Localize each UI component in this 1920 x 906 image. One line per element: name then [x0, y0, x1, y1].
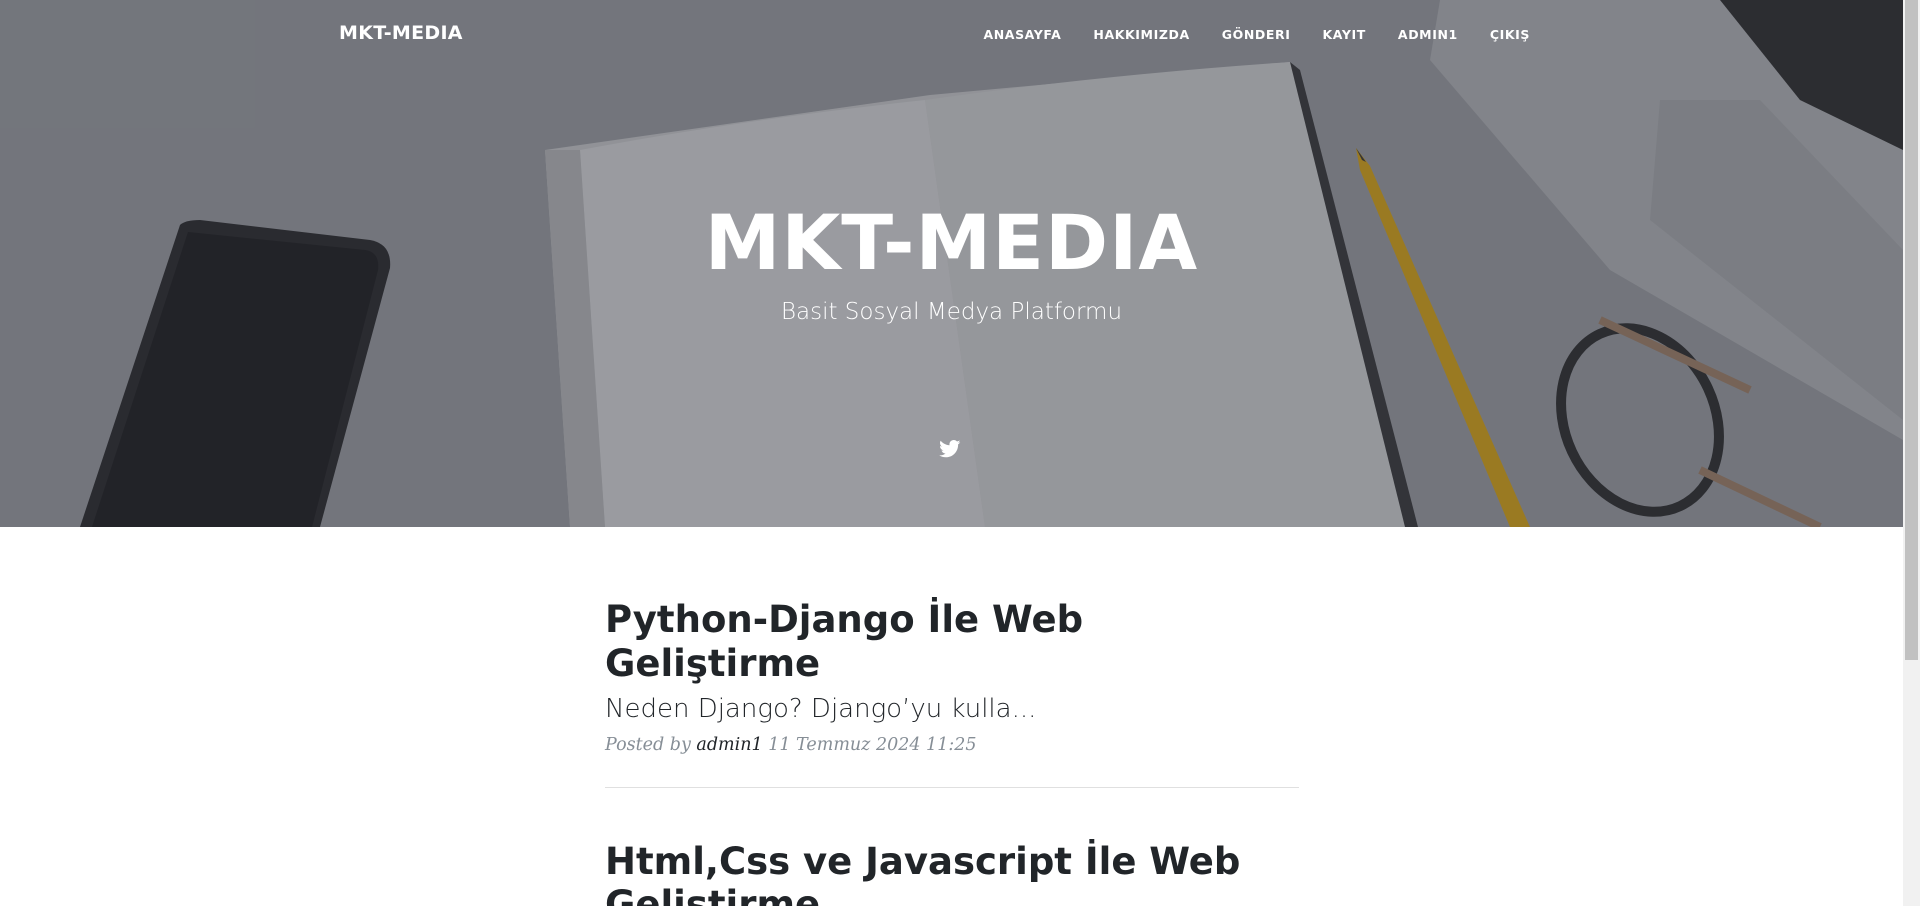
post-list: Python-Django İle Web Geliştirme Neden D…	[605, 598, 1299, 906]
post-author-link[interactable]: admin1	[696, 735, 762, 755]
post-title[interactable]: Html,Css ve Javascript İle Web Geliştirm…	[605, 840, 1299, 906]
post-meta-prefix: Posted by	[605, 735, 691, 755]
twitter-link[interactable]	[939, 440, 963, 462]
twitter-icon	[939, 440, 961, 458]
nav-item-kayit[interactable]: KAYIT	[1323, 27, 1366, 42]
brand-link[interactable]: MKT-MEDIA	[339, 22, 463, 44]
nav-item-anasayfa[interactable]: ANASAYFA	[983, 27, 1061, 42]
post-subtitle[interactable]: Neden Django? Django’yu kulla...	[605, 692, 1299, 726]
nav-item-gonderi[interactable]: GÖNDERI	[1222, 27, 1291, 42]
nav-item-admin1[interactable]: ADMIN1	[1398, 27, 1458, 42]
post-meta: Posted by admin1 11 Temmuz 2024 11:25	[605, 735, 1299, 755]
post-divider	[605, 787, 1299, 788]
main-nav: ANASAYFA HAKKIMIZDA GÖNDERI KAYIT ADMIN1…	[951, 27, 1530, 42]
post-date: 11 Temmuz 2024 11:25	[768, 735, 977, 755]
hero-title: MKT-MEDIA	[704, 198, 1199, 287]
post-title[interactable]: Python-Django İle Web Geliştirme	[605, 598, 1299, 686]
post-preview: Html,Css ve Javascript İle Web Geliştirm…	[605, 840, 1299, 906]
page: MKT-MEDIA ANASAYFA HAKKIMIZDA GÖNDERI KA…	[0, 0, 1920, 906]
post-preview: Python-Django İle Web Geliştirme Neden D…	[605, 598, 1299, 755]
hero-header: MKT-MEDIA ANASAYFA HAKKIMIZDA GÖNDERI KA…	[0, 0, 1903, 527]
scrollbar-thumb[interactable]	[1905, 0, 1918, 660]
nav-item-hakkimizda[interactable]: HAKKIMIZDA	[1093, 27, 1189, 42]
hero-subtitle: Basit Sosyal Medya Platformu	[780, 299, 1123, 325]
vertical-scrollbar[interactable]	[1903, 0, 1920, 906]
nav-item-cikis[interactable]: ÇIKIŞ	[1490, 27, 1530, 42]
